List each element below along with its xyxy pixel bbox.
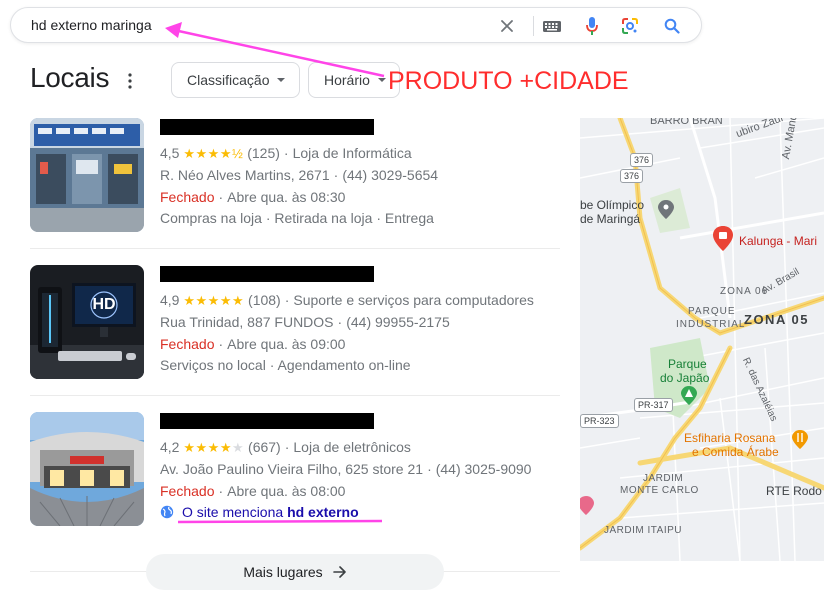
hours-filter-chip[interactable]: Horário [308, 62, 400, 98]
listing-divider [30, 248, 560, 249]
status-closed: Fechado [160, 189, 215, 205]
route-pr323-badge: PR-323 [580, 414, 619, 428]
redacted-name [160, 413, 374, 429]
address-line: R. Néo Alves Martins, 2671 · (44) 3029-565… [160, 167, 439, 183]
map-label-barro: BARRO BRAN [650, 118, 723, 127]
google-lens-icon[interactable] [620, 16, 640, 36]
address-line: Av. João Paulino Vieira Filho, 625 store… [160, 461, 532, 477]
place-listing-1[interactable]: 4,5 ★★★★½ (125) · Loja de Informática R. N… [30, 118, 560, 232]
site-mention-line[interactable]: O site menciona hd externo [160, 504, 359, 520]
address: Av. João Paulino Vieira Filho, 625 store… [160, 461, 424, 477]
route-376-badge: 376 [630, 153, 654, 167]
rating-stars-icon: ★★★★★ [183, 293, 245, 308]
more-places-button[interactable]: Mais lugares [146, 554, 444, 590]
opening-hours: Abre qua. às 08:00 [227, 483, 346, 499]
rating-stars-icon: ★★★★½ [183, 146, 244, 161]
map-label-stadium: be Olímpico [580, 198, 645, 212]
listing-divider [30, 395, 560, 396]
route-pr317-badge: PR-317 [634, 398, 673, 412]
phone: (44) 3025-9090 [435, 461, 532, 477]
redacted-name [160, 266, 374, 282]
redacted-name [160, 119, 374, 135]
opening-hours: Abre qua. às 09:00 [227, 336, 346, 352]
rating-value: 4,5 [160, 145, 180, 161]
hours-line: Fechado · Abre qua. às 08:30 [160, 189, 346, 205]
rating-stars-icon: ★★★★ [183, 440, 232, 455]
more-places-label: Mais lugares [243, 564, 323, 580]
map-label-parque-japao-2: do Japão [660, 371, 710, 385]
clear-icon[interactable] [497, 16, 517, 36]
rating-line: 4,2 ★★★★★ (667) · Loja de eletrônicos [160, 439, 411, 455]
rating-line: 4,9 ★★★★★ (108) · Suporte e serviços para … [160, 292, 534, 308]
phone: (44) 3029-5654 [342, 167, 439, 183]
category: Loja de Informática [292, 145, 412, 161]
services-line: Serviços no local · Agendamento on-line [160, 357, 411, 373]
map-label-esfiharia[interactable]: Esfiharia Rosana [684, 431, 775, 445]
rating-value: 4,9 [160, 292, 180, 308]
search-icon[interactable] [662, 16, 682, 36]
search-bar[interactable]: hd externo maringa [10, 7, 702, 43]
status-closed: Fechado [160, 336, 215, 352]
hours-line: Fechado · Abre qua. às 08:00 [160, 483, 346, 499]
sort-filter-chip[interactable]: Classificação [171, 62, 300, 98]
map-label-parque-industrial: PARQUE [688, 306, 736, 317]
place-listing-2[interactable]: HD 4,9 ★★★★★ (108) · Suporte e serviços pa… [30, 265, 560, 379]
map-label-parque-industrial-2: INDUSTRIAL [676, 319, 746, 330]
search-divider [533, 16, 534, 36]
services-line: Compras na loja · Retirada na loja · Ent… [160, 210, 434, 226]
map-label-monte-carlo: JARDIM [643, 473, 684, 484]
address: R. Néo Alves Martins, 2671 [160, 167, 330, 183]
map-label-monte-carlo-2: MONTE CARLO [620, 485, 699, 496]
arrow-right-icon [332, 566, 346, 578]
chevron-down-icon [277, 78, 286, 82]
map-label-zona05: ZONA 05 [744, 312, 809, 327]
map-label-rte-rodo: RTE Rodo [766, 484, 822, 498]
page-title: Locais [30, 62, 110, 93]
status-closed: Fechado [160, 483, 215, 499]
hours-line: Fechado · Abre qua. às 09:00 [160, 336, 346, 352]
category: Suporte e serviços para computadores [293, 292, 534, 308]
globe-icon [160, 505, 174, 519]
site-mention-term[interactable]: hd externo [287, 504, 359, 520]
category: Loja de eletrônicos [293, 439, 411, 455]
place-listing-3[interactable]: 4,2 ★★★★★ (667) · Loja de eletrônicos Av. … [30, 412, 560, 526]
place-photo[interactable] [30, 412, 144, 526]
more-options-icon[interactable] [124, 71, 136, 91]
annotation-text: PRODUTO +CIDADE [388, 67, 629, 95]
place-photo[interactable]: HD [30, 265, 144, 379]
address: Rua Trinidad, 887 FUNDOS [160, 314, 334, 330]
address-line: Rua Trinidad, 887 FUNDOS · (44) 99955-2175 [160, 314, 450, 330]
chevron-down-icon [377, 78, 386, 82]
review-count[interactable]: (667) [248, 439, 281, 455]
map-label-esfiharia-2[interactable]: e Comida Árabe [692, 445, 779, 459]
route-376-badge: 376 [620, 169, 644, 183]
map-label-kalunga[interactable]: Kalunga - Mari [739, 234, 817, 248]
rating-value: 4,2 [160, 439, 180, 455]
microphone-icon[interactable] [582, 16, 602, 36]
sort-filter-label: Classificação [187, 72, 270, 88]
empty-star-icon: ★ [231, 440, 245, 455]
search-input[interactable]: hd externo maringa [31, 17, 152, 33]
phone: (44) 99955-2175 [346, 314, 450, 330]
map-label-parque-japao: Parque [668, 357, 707, 371]
rating-line: 4,5 ★★★★½ (125) · Loja de Informática [160, 145, 412, 161]
map-label-itaipu: JARDIM ITAIPU [604, 525, 682, 536]
opening-hours: Abre qua. às 08:30 [227, 189, 346, 205]
hours-filter-label: Horário [324, 72, 370, 88]
map-panel[interactable]: BARRO BRAN ubiro Zaur Av. Mandacaru 376 … [580, 118, 824, 561]
review-count[interactable]: (125) [247, 145, 280, 161]
place-photo[interactable] [30, 118, 144, 232]
svg-text:HD: HD [92, 296, 115, 313]
map-label-stadium-2: de Maringá [580, 212, 641, 226]
review-count[interactable]: (108) [248, 292, 281, 308]
keyboard-icon[interactable] [542, 16, 562, 36]
site-mention-prefix[interactable]: O site menciona [182, 504, 283, 520]
